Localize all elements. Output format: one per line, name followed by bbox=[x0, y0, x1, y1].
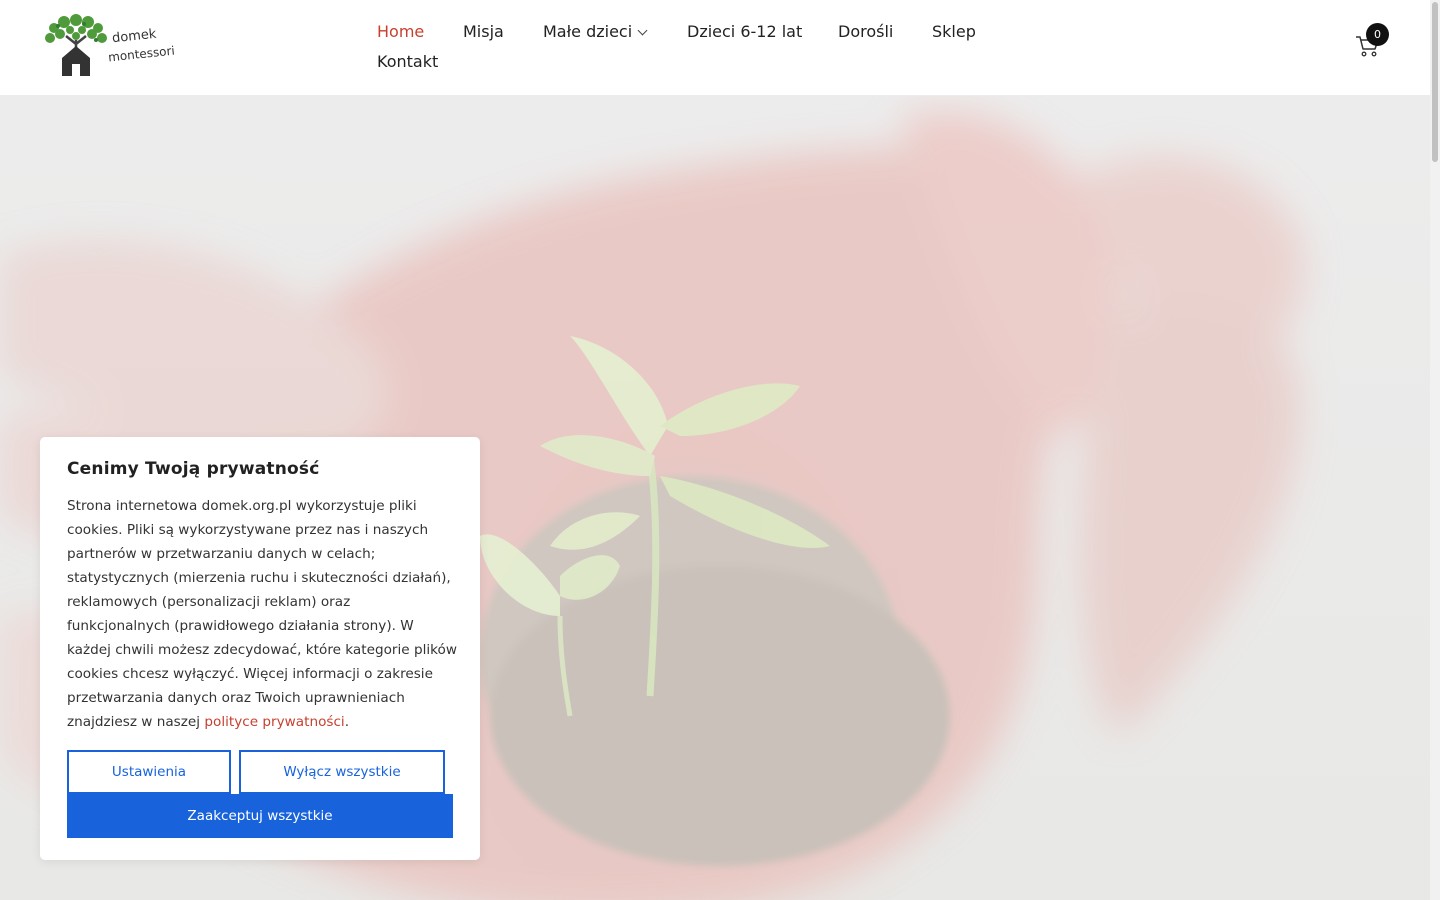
accept-all-button[interactable]: Zaakceptuj wszystkie bbox=[67, 794, 453, 838]
reject-all-button[interactable]: Wyłącz wszystkie bbox=[239, 750, 445, 794]
cart-count-badge: 0 bbox=[1366, 23, 1389, 46]
nav-item-sklep[interactable]: Sklep bbox=[932, 22, 976, 41]
chevron-down-icon bbox=[637, 25, 648, 36]
site-logo[interactable]: domek montessori bbox=[42, 14, 175, 80]
nav-item-male-dzieci[interactable]: Małe dzieci bbox=[543, 22, 648, 41]
page-scrollbar[interactable] bbox=[1430, 0, 1440, 900]
nav-item-dzieci-6-12[interactable]: Dzieci 6-12 lat bbox=[687, 22, 802, 41]
nav-item-home[interactable]: Home bbox=[377, 22, 424, 41]
privacy-policy-link[interactable]: polityce prywatności bbox=[204, 714, 344, 730]
cookie-dialog-title: Cenimy Twoją prywatność bbox=[67, 459, 320, 479]
cookie-dialog-body: Strona internetowa domek.org.pl wykorzys… bbox=[67, 498, 457, 730]
cookie-dialog-text: Strona internetowa domek.org.pl wykorzys… bbox=[67, 494, 457, 734]
nav-item-misja[interactable]: Misja bbox=[463, 22, 504, 41]
site-header: domek montessori Home Misja Małe dzieci … bbox=[0, 0, 1430, 96]
cookie-settings-button[interactable]: Ustawienia bbox=[67, 750, 231, 794]
nav-item-dorosli[interactable]: Dorośli bbox=[838, 22, 893, 41]
scrollbar-thumb[interactable] bbox=[1432, 2, 1438, 162]
nav-item-male-dzieci-label: Małe dzieci bbox=[543, 22, 633, 41]
cookie-dialog-trailing: . bbox=[344, 714, 350, 730]
cookie-consent-dialog: Cenimy Twoją prywatność Strona interneto… bbox=[40, 437, 480, 860]
nav-item-kontakt[interactable]: Kontakt bbox=[377, 52, 438, 71]
